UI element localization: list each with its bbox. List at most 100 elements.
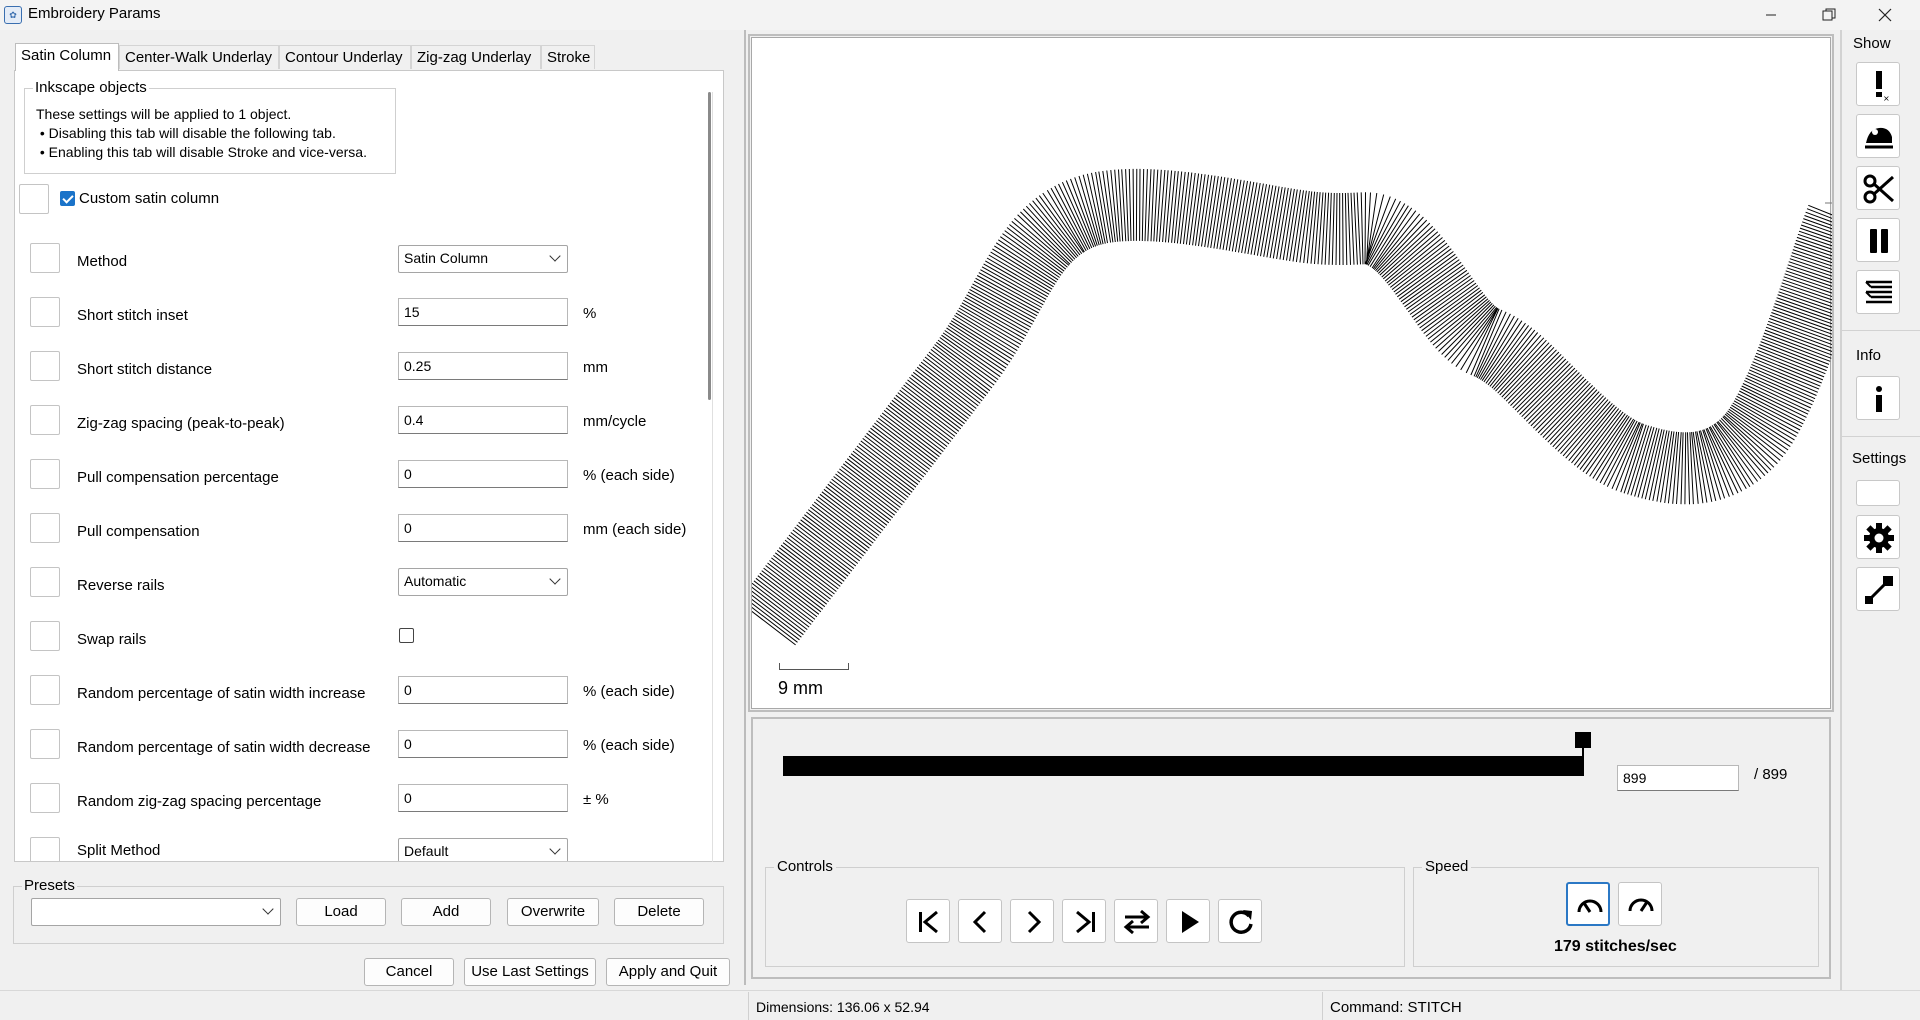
step-forward-icon — [1027, 910, 1042, 934]
svg-text:×: × — [1883, 94, 1890, 101]
load-preset-button[interactable]: Load — [296, 898, 386, 926]
select-value: Default — [404, 843, 449, 859]
toggle-errors-button[interactable]: × — [1856, 62, 1900, 106]
speed-slow-icon — [1577, 899, 1603, 913]
presets-heading: Presets — [22, 877, 77, 894]
swap-rails-toggle[interactable] — [30, 621, 60, 651]
param-unit: % — [583, 305, 597, 322]
close-button[interactable] — [1862, 0, 1908, 30]
short-stitch-inset-toggle[interactable] — [30, 297, 60, 327]
window-title: Embroidery Params — [28, 5, 161, 22]
restart-icon — [1229, 910, 1253, 934]
tab-label: Satin Column — [21, 47, 112, 64]
scroll-track — [712, 92, 713, 862]
play-button[interactable] — [1166, 899, 1210, 943]
stitch-number-input[interactable] — [1617, 765, 1739, 791]
stitch-slider-thumb[interactable] — [1574, 732, 1592, 776]
random-width-decrease-input[interactable] — [398, 730, 568, 758]
slider-handle — [1575, 732, 1591, 748]
zigzag-spacing-input[interactable] — [398, 406, 568, 434]
delete-preset-button[interactable]: Delete — [614, 898, 704, 926]
random-width-decrease-toggle[interactable] — [30, 729, 60, 759]
toggle-stops-button[interactable] — [1856, 218, 1900, 262]
tab-contour-underlay[interactable]: Contour Underlay — [279, 45, 411, 69]
cancel-button[interactable]: Cancel — [364, 958, 454, 986]
random-width-increase-toggle[interactable] — [30, 675, 60, 705]
param-label: Zig-zag spacing (peak-to-peak) — [77, 415, 285, 432]
apply-and-quit-button[interactable]: Apply and Quit — [606, 958, 730, 986]
method-select[interactable]: Satin Column — [398, 245, 568, 273]
stitch-total: / 899 — [1754, 766, 1788, 783]
minimize-button[interactable] — [1748, 0, 1794, 30]
pull-comp-percent-toggle[interactable] — [30, 459, 60, 489]
preset-select[interactable] — [31, 898, 281, 926]
maximize-button[interactable] — [1806, 0, 1852, 30]
pull-comp-toggle[interactable] — [30, 513, 60, 543]
step-forward-button[interactable] — [1010, 899, 1054, 943]
close-icon — [1878, 8, 1892, 22]
slow-down-button[interactable] — [1566, 882, 1610, 926]
zoom-fit-icon — [1865, 576, 1893, 604]
app-icon: ✿ — [4, 6, 22, 24]
pull-comp-percent-input[interactable] — [398, 460, 568, 488]
panel-scrollbar[interactable] — [708, 92, 711, 400]
param-unit: mm/cycle — [583, 413, 647, 430]
short-stitch-inset-input[interactable] — [398, 298, 568, 326]
step-back-icon — [972, 910, 987, 934]
random-zigzag-spacing-toggle[interactable] — [30, 783, 60, 813]
title-bar: ✿ Embroidery Params — [0, 0, 1920, 30]
method-toggle[interactable] — [30, 243, 60, 273]
dimensions-status: Dimensions: 136.06 x 52.94 — [756, 999, 930, 1015]
split-method-toggle[interactable] — [30, 837, 60, 861]
tab-satin-column[interactable]: Satin Column — [15, 43, 119, 71]
tab-stroke[interactable]: Stroke — [541, 45, 595, 69]
pull-comp-input[interactable] — [398, 514, 568, 542]
speed-fast-icon — [1628, 898, 1654, 912]
satin-stitch-preview — [738, 168, 1876, 646]
toggle-stitch-lines-button[interactable] — [1856, 270, 1900, 314]
stitch-preview-canvas[interactable]: 9 mm — [738, 37, 1876, 709]
custom-satin-label: Custom satin column — [79, 190, 220, 207]
swap-direction-button[interactable] — [1114, 899, 1158, 943]
step-back-button[interactable] — [958, 899, 1002, 943]
random-width-increase-input[interactable] — [398, 676, 568, 704]
skip-to-start-button[interactable] — [906, 899, 950, 943]
side-separator — [1840, 330, 1920, 331]
toggle-jumps-button[interactable] — [1856, 114, 1900, 158]
play-icon — [1182, 911, 1199, 933]
settings-blank-button[interactable] — [1856, 480, 1900, 506]
toggle-trims-button[interactable] — [1856, 166, 1900, 210]
swap-rails-checkbox[interactable] — [399, 628, 414, 643]
overwrite-preset-button[interactable]: Overwrite — [507, 898, 599, 926]
current-stitch-marker — [1825, 195, 1841, 211]
zigzag-spacing-toggle[interactable] — [30, 405, 60, 435]
restart-button[interactable] — [1218, 899, 1262, 943]
reverse-rails-select[interactable]: Automatic — [398, 568, 568, 596]
swap-direction-icon — [1123, 909, 1151, 935]
use-last-settings-button[interactable]: Use Last Settings — [464, 958, 596, 986]
tab-label: Contour Underlay — [285, 49, 403, 66]
minimize-icon — [1766, 14, 1776, 16]
custom-satin-toggle[interactable] — [19, 184, 49, 214]
skip-to-end-button[interactable] — [1062, 899, 1106, 943]
short-stitch-distance-toggle[interactable] — [30, 351, 60, 381]
info-button[interactable] — [1856, 376, 1900, 420]
custom-satin-checkbox[interactable] — [60, 191, 75, 206]
zoom-fit-button[interactable] — [1856, 567, 1900, 611]
reverse-rails-toggle[interactable] — [30, 567, 60, 597]
split-method-select[interactable]: Default — [398, 838, 568, 861]
tab-center-walk-underlay[interactable]: Center-Walk Underlay — [119, 45, 279, 69]
pane-divider[interactable] — [744, 30, 746, 985]
param-unit: % (each side) — [583, 467, 675, 484]
satin-stitches — [738, 168, 1876, 646]
speed-value: 179 stitches/sec — [1554, 938, 1677, 955]
restore-icon — [1822, 8, 1836, 21]
add-preset-button[interactable]: Add — [401, 898, 491, 926]
tab-zigzag-underlay[interactable]: Zig-zag Underlay — [411, 45, 541, 69]
random-zigzag-spacing-input[interactable] — [398, 784, 568, 812]
settings-button[interactable] — [1856, 515, 1900, 559]
speed-up-button[interactable] — [1618, 882, 1662, 926]
status-bar — [0, 990, 1920, 1020]
param-unit: ± % — [583, 791, 609, 808]
short-stitch-distance-input[interactable] — [398, 352, 568, 380]
